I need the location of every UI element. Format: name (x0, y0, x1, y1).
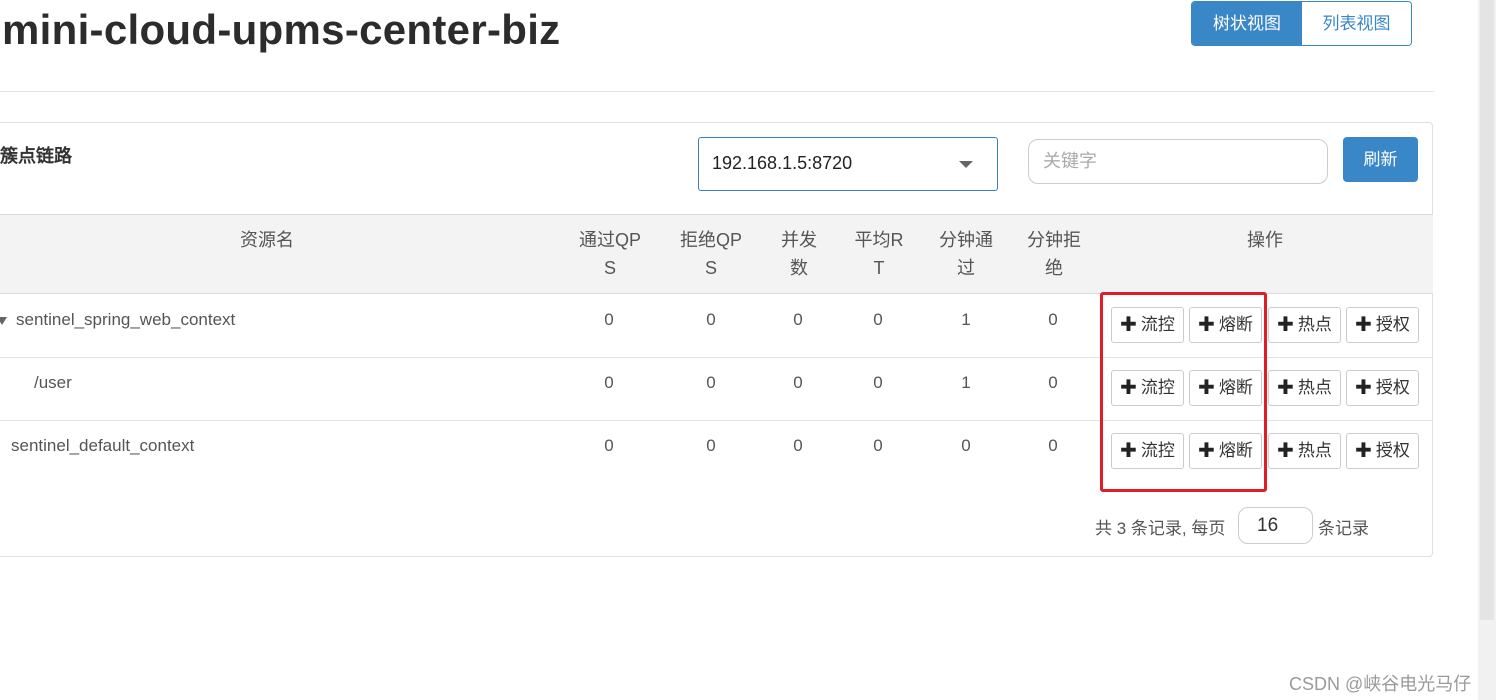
col-minute-pass-line2: 过 (957, 258, 975, 278)
avg-rt-value: 0 (873, 310, 883, 329)
pass-qps-value: 0 (604, 373, 614, 392)
col-avg-rt: 平均R T (849, 226, 909, 282)
col-actions: 操作 (1247, 230, 1283, 250)
authority-label: 授权 (1375, 441, 1410, 460)
plus-icon: ✚ (1277, 440, 1294, 462)
minute-pass-value: 0 (961, 436, 971, 455)
plus-icon: ✚ (1198, 377, 1215, 399)
row-divider (0, 420, 1433, 421)
authority-rule-button[interactable]: ✚ 授权 (1346, 433, 1419, 469)
col-avg-rt-line2: T (873, 258, 885, 278)
keyword-input[interactable] (1028, 139, 1328, 184)
machine-select-value: 192.168.1.5:8720 (712, 153, 853, 173)
flow-rule-button[interactable]: ✚ 流控 (1111, 307, 1184, 343)
block-qps-value: 0 (706, 310, 716, 329)
col-block-qps-line2: S (704, 258, 717, 278)
col-block-qps: 拒绝QP S (671, 226, 751, 282)
plus-icon: ✚ (1120, 440, 1137, 462)
resource-name: sentinel_default_context (11, 436, 195, 455)
col-concurrency-line2: 数 (790, 258, 808, 278)
authority-label: 授权 (1375, 315, 1410, 334)
flow-rule-button[interactable]: ✚ 流控 (1111, 433, 1184, 469)
degrade-rule-button[interactable]: ✚ 熔断 (1189, 370, 1262, 406)
hotspot-rule-button[interactable]: ✚ 热点 (1268, 433, 1341, 469)
col-pass-qps: 通过QP S (570, 226, 650, 282)
authority-rule-button[interactable]: ✚ 授权 (1346, 307, 1419, 343)
col-minute-block: 分钟拒 绝 (1019, 226, 1089, 282)
hotspot-label: 热点 (1297, 315, 1332, 334)
degrade-label: 熔断 (1218, 378, 1253, 397)
avg-rt-value: 0 (873, 373, 883, 392)
flow-rule-button[interactable]: ✚ 流控 (1111, 370, 1184, 406)
minute-pass-value: 1 (961, 310, 971, 329)
scrollbar-thumb[interactable] (1480, 0, 1494, 620)
plus-icon: ✚ (1355, 314, 1372, 336)
avg-rt-value: 0 (873, 436, 883, 455)
refresh-button[interactable]: 刷新 (1343, 137, 1418, 182)
hotspot-rule-button[interactable]: ✚ 热点 (1268, 370, 1341, 406)
app-title: mini-cloud-upms-center-biz (2, 6, 561, 53)
machine-select[interactable]: 192.168.1.5:8720 (698, 137, 998, 191)
plus-icon: ✚ (1277, 377, 1294, 399)
concurrency-value: 0 (793, 310, 803, 329)
tree-view-button[interactable]: 树状视图 (1192, 2, 1302, 45)
degrade-rule-button[interactable]: ✚ 熔断 (1189, 433, 1262, 469)
header-divider (0, 91, 1434, 92)
flow-label: 流控 (1140, 441, 1175, 460)
minute-block-value: 0 (1048, 436, 1058, 455)
col-avg-rt-line1: 平均R (854, 230, 904, 250)
flow-label: 流控 (1140, 315, 1175, 334)
authority-label: 授权 (1375, 378, 1410, 397)
plus-icon: ✚ (1198, 314, 1215, 336)
minute-pass-value: 1 (961, 373, 971, 392)
pass-qps-value: 0 (604, 436, 614, 455)
degrade-label: 熔断 (1218, 315, 1253, 334)
col-concurrency-line1: 并发 (781, 230, 817, 250)
plus-icon: ✚ (1120, 314, 1137, 336)
authority-rule-button[interactable]: ✚ 授权 (1346, 370, 1419, 406)
plus-icon: ✚ (1277, 314, 1294, 336)
col-minute-block-line1: 分钟拒 (1027, 230, 1081, 250)
concurrency-value: 0 (793, 373, 803, 392)
block-qps-value: 0 (706, 373, 716, 392)
col-concurrency: 并发 数 (769, 226, 829, 282)
hotspot-label: 热点 (1297, 378, 1332, 397)
resource-name: /user (34, 373, 72, 392)
degrade-rule-button[interactable]: ✚ 熔断 (1189, 307, 1262, 343)
hotspot-label: 热点 (1297, 441, 1332, 460)
hotspot-rule-button[interactable]: ✚ 热点 (1268, 307, 1341, 343)
col-pass-qps-line2: S (603, 258, 616, 278)
pagination-suffix-text: 条记录 (1318, 519, 1369, 538)
block-qps-value: 0 (706, 436, 716, 455)
caret-down-icon (959, 161, 973, 168)
resource-name: sentinel_spring_web_context (16, 310, 236, 329)
plus-icon: ✚ (1355, 377, 1372, 399)
col-pass-qps-line1: 通过QP (578, 230, 641, 250)
pagination-total-text: 共 3 条记录, 每页 (1095, 519, 1226, 538)
col-minute-block-line2: 绝 (1045, 258, 1063, 278)
col-minute-pass-line1: 分钟通 (939, 230, 993, 250)
minute-block-value: 0 (1048, 310, 1058, 329)
minute-block-value: 0 (1048, 373, 1058, 392)
pass-qps-value: 0 (604, 310, 614, 329)
col-minute-pass: 分钟通 过 (931, 226, 1001, 282)
concurrency-value: 0 (793, 436, 803, 455)
row-divider (0, 357, 1433, 358)
col-resource-name: 资源名 (240, 230, 294, 250)
view-toggle: 树状视图 列表视图 (1191, 1, 1412, 46)
panel-title: 簇点链路 (0, 146, 72, 166)
flow-label: 流控 (1140, 378, 1175, 397)
tree-expanded-icon[interactable] (0, 317, 7, 325)
plus-icon: ✚ (1355, 440, 1372, 462)
plus-icon: ✚ (1198, 440, 1215, 462)
plus-icon: ✚ (1120, 377, 1137, 399)
col-block-qps-line1: 拒绝QP (679, 230, 742, 250)
watermark: CSDN @峡谷电光马仔 (1289, 674, 1472, 694)
degrade-label: 熔断 (1218, 441, 1253, 460)
list-view-button[interactable]: 列表视图 (1302, 2, 1411, 45)
page-size-input[interactable] (1238, 507, 1313, 544)
